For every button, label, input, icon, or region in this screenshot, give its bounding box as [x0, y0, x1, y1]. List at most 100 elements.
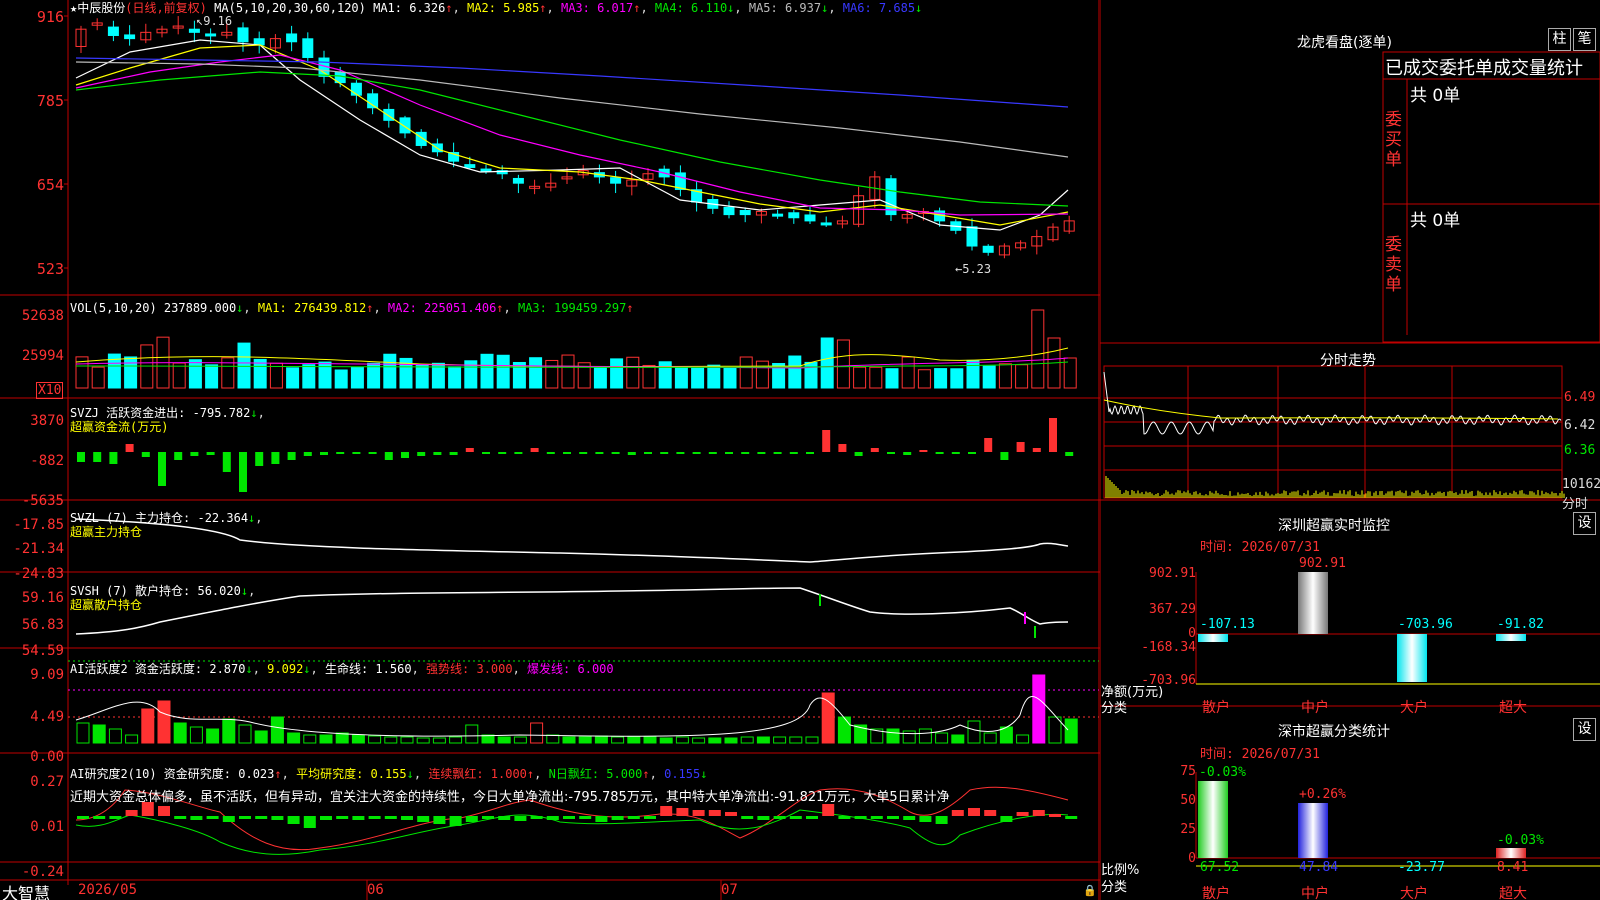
volume-bar: [350, 366, 364, 389]
ai2-bar: [417, 816, 430, 822]
date-label-may: 2026/05: [78, 882, 138, 898]
candle-body: [237, 27, 249, 43]
lock-icon[interactable]: 🔒: [1083, 884, 1097, 897]
svzj-axis-bot: -5635: [21, 493, 64, 509]
lhb-tick-button[interactable]: 笔: [1573, 28, 1596, 51]
svzj-bar: [255, 452, 264, 466]
ai1-bar: [303, 734, 317, 744]
lhb-bar-button[interactable]: 柱: [1548, 28, 1571, 51]
monitor-bar-large: [1397, 634, 1427, 682]
ai1-axis-mid: 4.49: [30, 709, 64, 725]
ai2-bar: [239, 816, 251, 819]
svzj-bar: [741, 452, 750, 454]
ai1-bar: [886, 728, 900, 744]
svsh-axis-mid: 56.83: [21, 617, 64, 633]
monitor-axis-0: 902.91: [1149, 566, 1196, 581]
svzj-bar: [903, 452, 912, 455]
ma4-line: [75, 71, 1069, 207]
monitor-settings-button[interactable]: 设: [1573, 512, 1596, 535]
svzj-bar: [854, 452, 863, 456]
ai2-bar: [206, 816, 219, 819]
price-axis-785: 785: [36, 92, 64, 110]
vol-axis-top: 52638: [21, 308, 64, 324]
ai2-bar: [627, 816, 640, 819]
intraday-price-2: 6.42: [1564, 418, 1596, 433]
classify-bottom-0: 67.52: [1200, 860, 1240, 875]
svzj-bar: [93, 452, 102, 462]
lhb-header: 已成交委托单成交量统计: [1385, 58, 1583, 79]
volume-bar: [820, 337, 834, 389]
ma3-value: MA3: 6.017: [560, 1, 634, 15]
candle-body: [399, 117, 411, 134]
ai2-bar: [757, 816, 770, 820]
ma3-line: [75, 54, 1069, 216]
volume-bar: [658, 361, 672, 389]
ai2-bar: [287, 816, 300, 824]
volume-bar: [593, 366, 607, 389]
volume-bar: [917, 369, 931, 389]
ai1-bar: [578, 736, 592, 744]
ma2-line: [75, 44, 1069, 226]
ai2-bar: [563, 816, 575, 819]
candle-body: [286, 33, 298, 43]
candle-body: [512, 177, 524, 184]
ai2-bar: [255, 816, 268, 819]
ai2-bar: [530, 816, 543, 819]
lhb-buy-side: 委买单: [1385, 110, 1402, 170]
stock-period[interactable]: (日线,前复权): [125, 1, 207, 15]
ai1-bar: [449, 736, 463, 744]
svzj-bar: [530, 448, 539, 452]
main-chart-area[interactable]: ★中辰股份(日线,前复权) MA(5,10,20,30,60,120) MA1:…: [0, 0, 1100, 900]
ai1-bar: [173, 722, 187, 744]
svzj-bar: [1032, 448, 1041, 452]
lhb-sell-total: 共 0单: [1410, 211, 1461, 231]
ai1-bar: [805, 736, 819, 744]
candle-body: [788, 212, 800, 219]
price-axis-916: 916: [36, 8, 64, 26]
svzj-bar: [352, 452, 361, 454]
candle-body: [982, 245, 994, 253]
classify-settings-button[interactable]: 设: [1573, 718, 1596, 741]
monitor-cat-1: 中户: [1301, 700, 1329, 716]
svzj-bar: [498, 452, 507, 454]
ai1-bar: [335, 732, 349, 744]
ai1-bar: [546, 734, 560, 744]
ai2-bar: [870, 816, 883, 819]
ai2-bar: [125, 810, 138, 816]
price-axis-523: 523: [36, 260, 64, 278]
volume-bar: [691, 367, 705, 389]
ai2-axis-mid: 0.01: [30, 819, 64, 835]
ai2-bar: [222, 816, 235, 822]
main-chart-svg[interactable]: [0, 0, 1100, 900]
volume-bar: [529, 357, 543, 389]
ai1-bar: [400, 736, 414, 744]
ai2-bar: [336, 816, 349, 819]
svzj-bar: [1049, 418, 1057, 452]
ai1-bar: [416, 737, 430, 744]
svzj-bar: [563, 452, 571, 454]
volume-bar: [836, 339, 850, 389]
svzj-bar: [546, 452, 555, 454]
ai2-bar: [660, 806, 673, 816]
brand-label[interactable]: 大智慧: [2, 880, 50, 900]
ai2-bar: [968, 808, 980, 816]
stock-name[interactable]: ★中辰股份: [70, 1, 125, 15]
ma2-value: MA2: 5.985: [467, 1, 540, 15]
svzj-header: SVZJ 活跃资金进出: -795.782↓, 超赢资金流(万元): [70, 406, 265, 434]
svzj-bar: [838, 444, 847, 452]
candle-body: [302, 38, 314, 58]
candle-body: [804, 214, 816, 222]
svzj-bar: [384, 452, 393, 460]
monitor-cat-0: 散户: [1202, 700, 1230, 716]
price-axis-654: 654: [36, 176, 64, 194]
monitor-axis-1: 367.29: [1149, 602, 1196, 617]
ai1-bar: [627, 736, 641, 744]
ai1-bar: [692, 737, 706, 744]
svzj-bar: [1016, 442, 1025, 452]
monitor-cat-3: 超大: [1499, 700, 1527, 716]
volume-bar: [1015, 364, 1029, 389]
svzj-bar: [465, 448, 474, 452]
vol-header: VOL(5,10,20) 237889.000↓, MA1: 276439.81…: [70, 301, 634, 315]
volume-bar: [205, 364, 219, 389]
candle-body: [188, 28, 200, 33]
